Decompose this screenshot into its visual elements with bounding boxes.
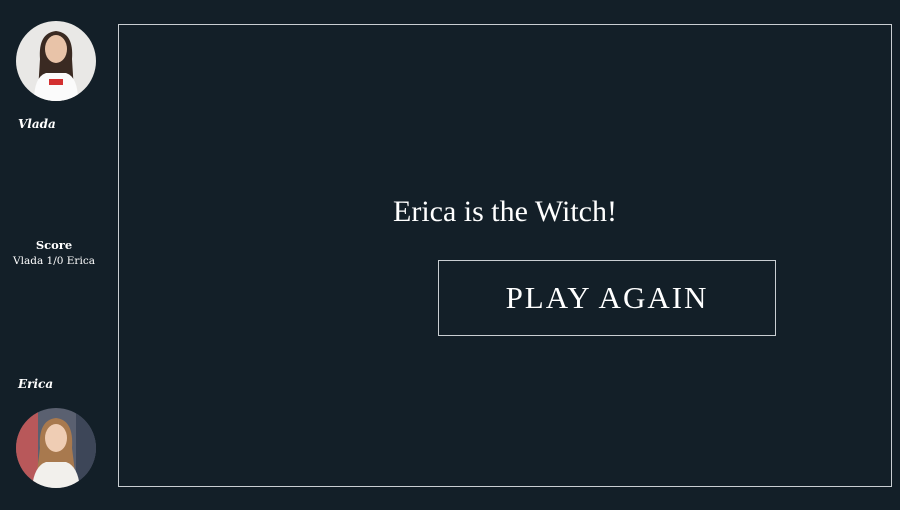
score-title: Score: [35, 238, 73, 252]
score-value: Vlada 1/0 Erica: [13, 255, 95, 267]
player-avatar-vlada: [16, 21, 96, 101]
play-again-button[interactable]: PLAY AGAIN: [438, 260, 776, 336]
result-message: Erica is the Witch!: [393, 195, 617, 228]
score-panel: Score Vlada 1/0 Erica: [0, 238, 108, 270]
player-name-top: Vlada: [18, 117, 56, 131]
player-name-bottom: Erica: [18, 377, 54, 391]
player-sidebar: Vlada Score Vlada 1/0 Erica Erica: [0, 0, 112, 510]
game-board: Erica is the Witch! PLAY AGAIN: [118, 24, 892, 487]
player-avatar-erica: [16, 408, 96, 488]
